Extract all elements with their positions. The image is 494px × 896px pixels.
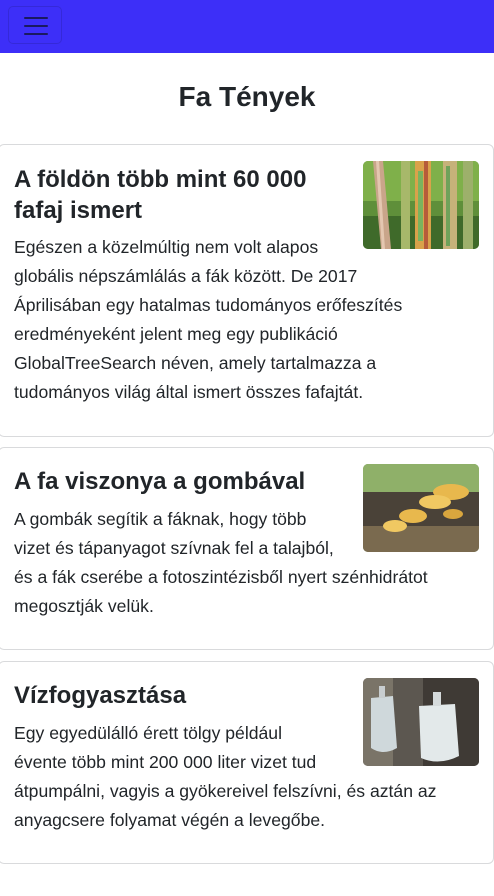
card-text: Egészen a közelmúltig nem volt alapos gl… (14, 233, 474, 407)
card-text-line: anyagcsere folyamat végén a levegőbe. (14, 810, 326, 830)
fact-card-water: Vízfogyasztása Egy egyedülálló érett töl… (0, 661, 494, 864)
fact-card-fungi: A fa viszonya a gombával A gombák segíti… (0, 447, 494, 650)
card-text-line: vizet és tápanyagot szívnak fel a talajb… (14, 538, 334, 558)
page-title: Fa Tények (178, 81, 316, 112)
card-title: A földön több mint 60 000 fafaj ismert (14, 164, 344, 226)
card-text-line: tudományos világ által ismert összes faf… (14, 382, 364, 402)
card-text: Egy egyedülálló érett tölgy például éven… (14, 719, 474, 835)
card-text-line: átpumpálni, vagyis a gyökereivel felszív… (14, 781, 437, 801)
card-text-line: és a fák cserébe a fotoszintézisből nyer… (14, 567, 428, 587)
card-text-line: A gombák segítik a fáknak, hogy több (14, 509, 307, 529)
card-text-line: eredményeként jelent meg egy publikáció (14, 324, 338, 344)
hamburger-menu-icon-bar (24, 25, 48, 27)
card-title: A fa viszonya a gombával (14, 466, 344, 497)
card-text-line: megosztják velük. (14, 596, 154, 616)
fact-card-species: A földön több mint 60 000 fafaj ismert E… (0, 144, 494, 437)
card-text-line: Egy egyedülálló érett tölgy például (14, 723, 282, 743)
navbar-toggle-button[interactable] (8, 6, 62, 44)
hamburger-menu-icon-bar (24, 33, 48, 35)
hamburger-menu-icon (24, 17, 48, 19)
card-title-line: A fa viszonya a gombával (14, 468, 306, 495)
card-title-line: A földön több mint 60 000 (14, 166, 307, 193)
card-text: A gombák segítik a fáknak, hogy több viz… (14, 505, 474, 621)
card-title: Vízfogyasztása (14, 680, 344, 711)
card-text-line: GlobalTreeSearch néven, amely tartalmazz… (14, 353, 377, 373)
card-title-line: fafaj ismert (14, 197, 143, 224)
card-text-line: globális népszámlálás a fák között. De 2… (14, 266, 358, 286)
card-title-line: Vízfogyasztása (14, 682, 187, 709)
card-text-line: Egészen a közelmúltig nem volt alapos (14, 237, 319, 257)
top-navbar (0, 0, 494, 53)
card-text-line: Áprilisában egy hatalmas tudományos erőf… (14, 295, 403, 315)
card-text-line: évente több mint 200 000 liter vizet tud (14, 752, 317, 772)
